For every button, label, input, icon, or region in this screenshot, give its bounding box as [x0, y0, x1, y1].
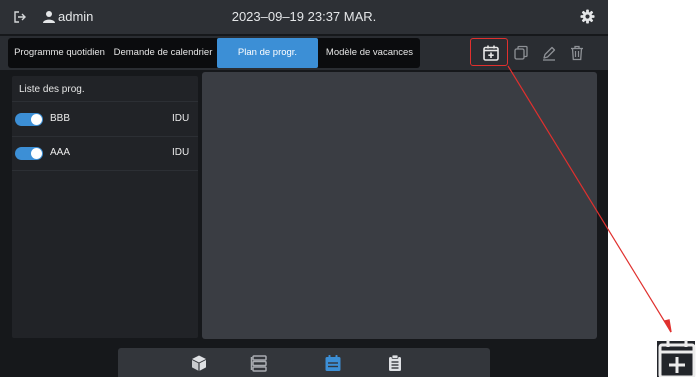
tab-demande-de-calendrier[interactable]: Demande de calendrier: [112, 38, 214, 68]
stack-icon[interactable]: [250, 354, 268, 372]
enable-toggle[interactable]: [15, 113, 43, 126]
program-row[interactable]: BBB IDU: [12, 102, 198, 137]
bottom-nav: [118, 348, 490, 377]
clipboard-icon[interactable]: [386, 354, 404, 372]
program-type: IDU: [172, 147, 190, 158]
delete-icon[interactable]: [568, 44, 586, 62]
tab-strip: Programme quotidien Demande de calendrie…: [0, 36, 608, 70]
program-name: AAA: [50, 147, 71, 158]
calendar-add-icon-zoom: [657, 340, 696, 377]
program-detail-panel: [202, 72, 597, 339]
program-name: BBB: [50, 113, 71, 124]
device-screen: admin 2023–09–19 23:37 MAR. Programme qu…: [0, 0, 608, 377]
edit-icon[interactable]: [540, 44, 558, 62]
copy-icon[interactable]: [512, 44, 530, 62]
toggle-knob: [31, 114, 42, 125]
highlight-box: [470, 38, 508, 66]
tab-programme-quotidien[interactable]: Programme quotidien: [8, 38, 111, 68]
tab-modele-de-vacances[interactable]: Modèle de vacances: [319, 38, 420, 68]
gear-icon[interactable]: [580, 9, 595, 24]
cube-icon[interactable]: [190, 354, 208, 372]
toggle-knob: [31, 148, 42, 159]
program-list-panel: Liste des prog. BBB IDU AAA IDU: [12, 76, 198, 338]
tab-group: Programme quotidien Demande de calendrie…: [8, 38, 420, 68]
program-type: IDU: [172, 113, 190, 124]
program-list-title: Liste des prog.: [19, 84, 85, 95]
tab-plan-de-progr[interactable]: Plan de progr.: [217, 38, 318, 68]
enable-toggle[interactable]: [15, 147, 43, 160]
top-bar: admin 2023–09–19 23:37 MAR.: [0, 0, 608, 34]
calendar-icon[interactable]: [324, 354, 342, 372]
datetime-display: 2023–09–19 23:37 MAR.: [231, 9, 377, 24]
program-row[interactable]: AAA IDU: [12, 136, 198, 171]
